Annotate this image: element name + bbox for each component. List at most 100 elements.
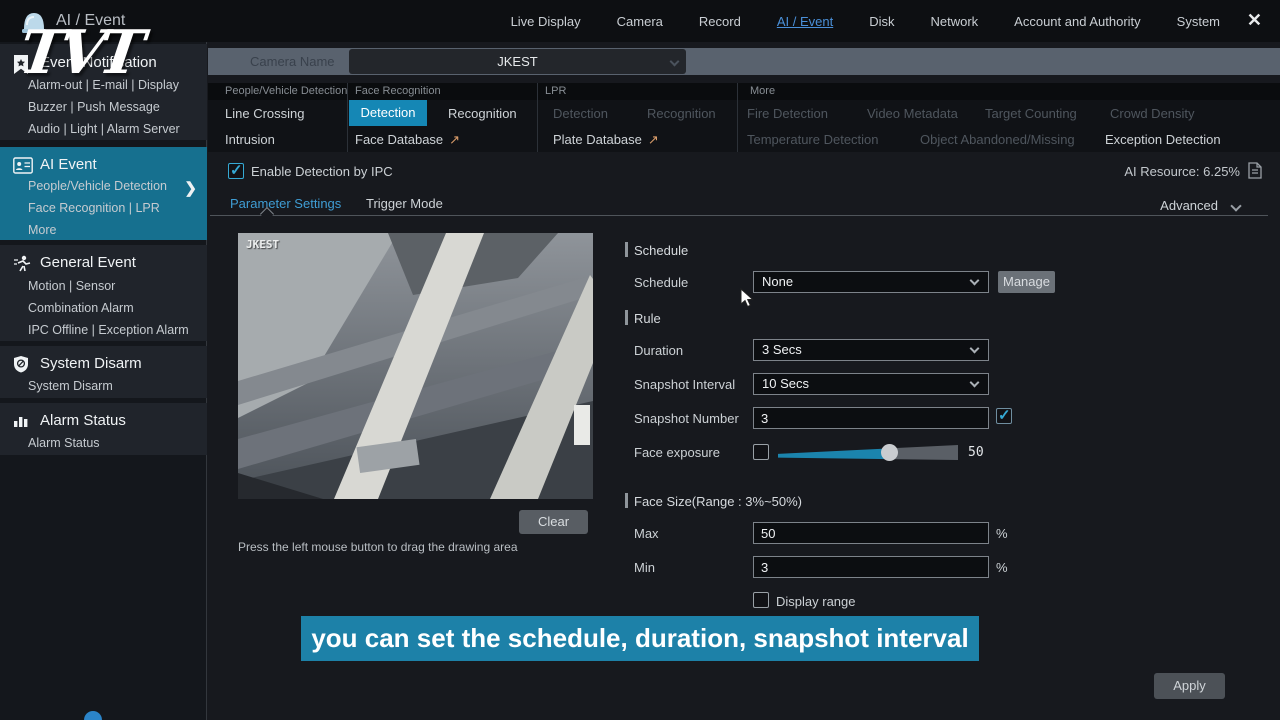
chevron-down-icon [669,56,680,67]
sidebar-item[interactable]: Audio | Light | Alarm Server [28,122,180,136]
document-icon[interactable] [1248,162,1262,179]
ai-resource-value: AI Resource: 6.25% [1124,164,1240,179]
check-icon: ✓ [998,407,1011,424]
section-accent [625,310,628,325]
sidebar-section-event-notification[interactable]: Event Notification Alarm-out | E-mail | … [0,44,207,140]
tab-parameter-settings[interactable]: Parameter Settings [230,196,341,211]
tab-group-people-vehicle: People/Vehicle Detection [225,85,348,97]
nav-live-display[interactable]: Live Display [511,14,581,29]
tab-object-abandoned-missing: Object Abandoned/Missing [920,132,1075,147]
camera-osd-label: JKEST [246,238,280,251]
enable-detection-label: Enable Detection by IPC [251,164,393,179]
nav-ai-event[interactable]: AI / Event [777,14,833,29]
camera-name-bar: Camera Name JKEST [208,48,1280,75]
drawing-hint-text: Press the left mouse button to drag the … [238,540,518,554]
nav-account-authority[interactable]: Account and Authority [1014,14,1140,29]
tab-face-database[interactable]: Face Database ↗ [355,132,460,148]
camera-select-value: JKEST [497,54,538,69]
schedule-dropdown-value: None [762,274,794,289]
tab-intrusion[interactable]: Intrusion [225,132,275,147]
min-label: Min [634,560,655,575]
sidebar-section-alarm-status[interactable]: Alarm Status Alarm Status [0,403,207,455]
camera-select[interactable]: JKEST [349,49,686,74]
section-title: General Event [40,254,136,271]
sidebar-section-general-event[interactable]: General Event Motion | Sensor Combinatio… [0,245,207,341]
bar-chart-icon [14,417,28,427]
tab-target-counting: Target Counting [985,106,1077,121]
shield-disarm-icon [14,356,28,373]
camera-preview-image [238,233,593,499]
duration-dropdown[interactable]: 3 Secs [753,339,989,361]
clear-button[interactable]: Clear [519,510,588,534]
manage-button[interactable]: Manage [998,271,1055,293]
sidebar: Event Notification Alarm-out | E-mail | … [0,42,207,720]
sidebar-item[interactable]: Combination Alarm [28,301,134,315]
duration-dropdown-value: 3 Secs [762,342,802,357]
chevron-down-icon [969,343,980,354]
min-input[interactable] [753,556,989,578]
max-input[interactable] [753,522,989,544]
sidebar-item[interactable]: Alarm-out | E-mail | Display [28,78,179,92]
snapshot-interval-label: Snapshot Interval [634,377,736,392]
schedule-dropdown[interactable]: None [753,271,989,293]
percent-suffix: % [996,526,1008,541]
section-title: Event Notification [40,54,157,71]
slider-thumb[interactable] [881,444,898,461]
nav-camera[interactable]: Camera [617,14,663,29]
external-link-icon: ↗ [647,132,659,147]
face-exposure-label: Face exposure [634,445,720,460]
sidebar-item[interactable]: Alarm Status [28,436,100,450]
slider-track[interactable] [778,445,958,460]
nav-network[interactable]: Network [930,14,978,29]
sidebar-section-system-disarm[interactable]: System Disarm System Disarm [0,346,207,398]
max-label: Max [634,526,659,541]
nvr-app-window: AI / Event Live Display Camera Record AI… [0,0,1280,720]
tab-group-face-recognition: Face Recognition [355,85,441,97]
face-exposure-checkbox[interactable] [753,444,769,460]
snapshot-number-input[interactable] [753,407,989,429]
sidebar-section-ai-event[interactable]: AI Event ❯ People/Vehicle Detection Face… [0,147,207,240]
tab-trigger-mode[interactable]: Trigger Mode [366,196,443,211]
tab-exception-detection[interactable]: Exception Detection [1105,132,1221,147]
camera-name-label: Camera Name [250,54,335,69]
tab-lpr-recognition: Recognition [647,106,716,121]
bookmark-star-icon [14,55,28,74]
sidebar-item[interactable]: IPC Offline | Exception Alarm [28,323,189,337]
tab-face-recognition[interactable]: Recognition [448,106,517,121]
snapshot-number-checkbox[interactable]: ✓ [996,407,1012,424]
main-nav: Live Display Camera Record AI / Event Di… [511,0,1220,42]
tab-crowd-density: Crowd Density [1110,106,1195,121]
sidebar-item-people-vehicle[interactable]: People/Vehicle Detection [28,179,167,193]
tab-plate-database[interactable]: Plate Database ↗ [553,132,659,148]
sidebar-item-more[interactable]: More [28,223,56,237]
section-accent [625,242,628,257]
tab-face-detection-active[interactable]: Detection [349,100,427,126]
sidebar-item[interactable]: Buzzer | Push Message [28,100,160,114]
nav-disk[interactable]: Disk [869,14,894,29]
rule-section-title: Rule [634,311,661,326]
tab-line-crossing[interactable]: Line Crossing [225,106,305,121]
face-exposure-slider[interactable] [778,444,958,461]
top-bar: AI / Event Live Display Camera Record AI… [0,0,1280,42]
check-icon: ✓ [230,162,243,179]
tab-fire-detection: Fire Detection [747,106,828,121]
sidebar-item[interactable]: Motion | Sensor [28,279,115,293]
duration-label: Duration [634,343,684,358]
percent-suffix: % [996,560,1008,575]
advanced-toggle[interactable]: Advanced [1160,198,1218,213]
nav-system[interactable]: System [1177,14,1220,29]
divider [210,215,1268,216]
display-range-label: Display range [776,594,856,609]
siren-icon [22,13,46,33]
snapshot-interval-dropdown[interactable]: 10 Secs [753,373,989,395]
enable-detection-checkbox[interactable]: ✓ [228,162,244,179]
tab-group-more: More [750,85,776,97]
apply-button[interactable]: Apply [1154,673,1225,699]
nav-record[interactable]: Record [699,14,741,29]
display-range-checkbox[interactable] [753,592,769,608]
camera-preview-drawing-area[interactable]: JKEST [238,233,593,499]
sidebar-item-face-recognition-lpr[interactable]: Face Recognition | LPR [28,201,160,215]
face-exposure-value: 50 [968,445,984,460]
sidebar-item[interactable]: System Disarm [28,379,113,393]
close-icon[interactable]: ✕ [1247,10,1262,31]
